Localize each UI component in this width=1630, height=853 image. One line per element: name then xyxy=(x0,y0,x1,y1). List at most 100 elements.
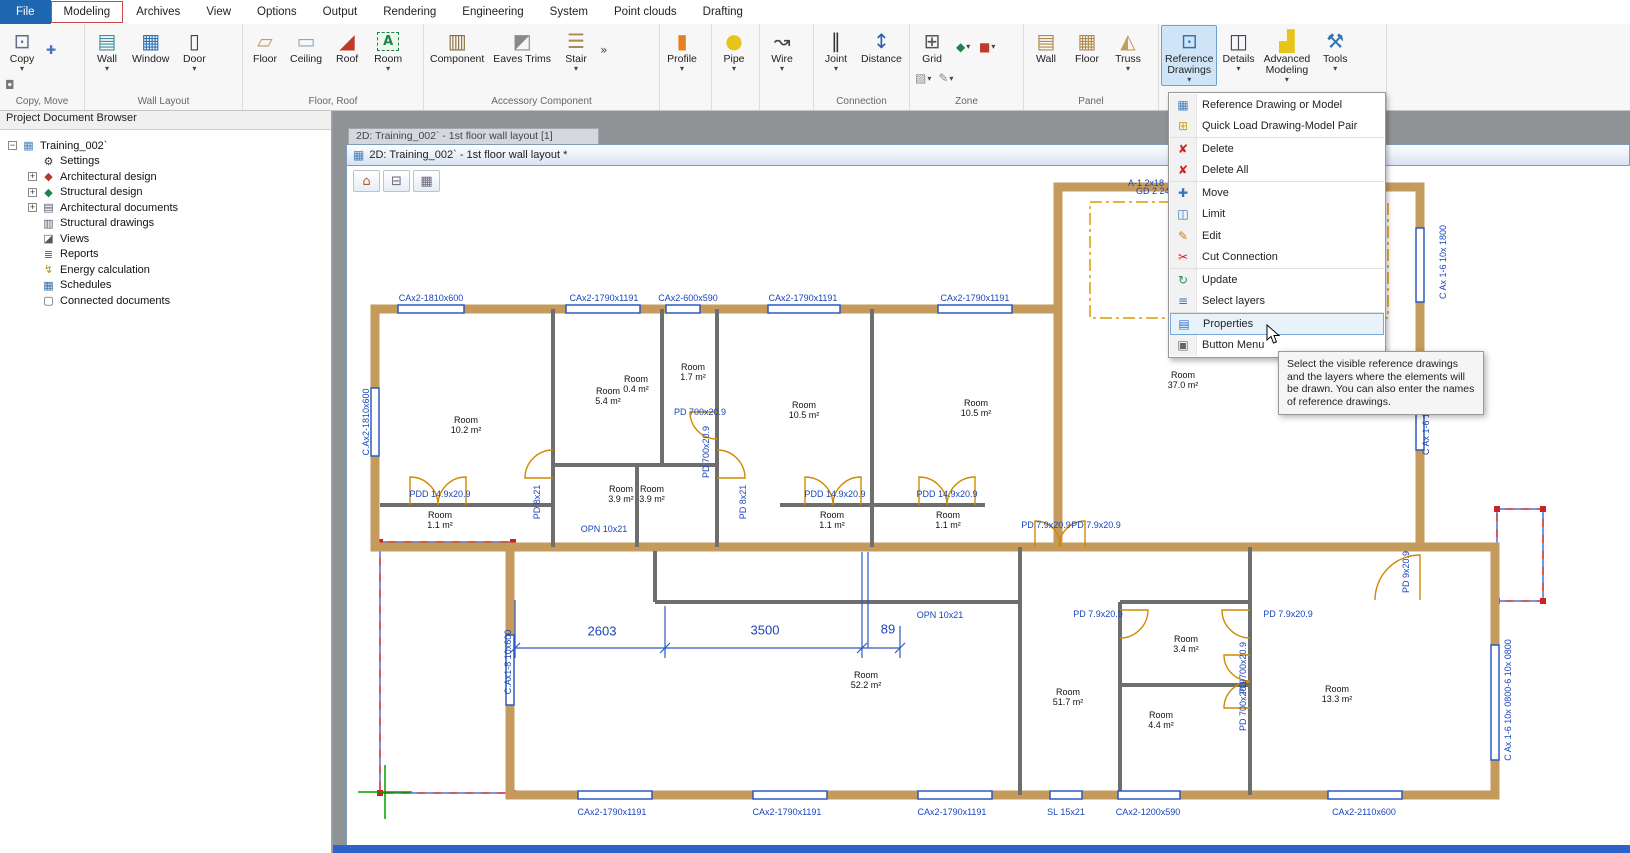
tree-item[interactable]: Structural drawings xyxy=(0,216,331,232)
ribbon-button[interactable] xyxy=(2,76,24,94)
menu-item-label: Limit xyxy=(1196,208,1225,220)
ribbon-button[interactable]: Pipe xyxy=(714,25,754,75)
ribbon-button-icon xyxy=(257,28,272,54)
menu-item[interactable]: Delete All xyxy=(1170,160,1384,183)
menu-item[interactable]: Reference Drawing or Model xyxy=(1170,94,1384,116)
ribbon-button-icon xyxy=(297,28,316,54)
menu-item[interactable]: Edit xyxy=(1170,225,1384,247)
menu-item[interactable]: Options xyxy=(244,0,310,24)
ribbon-button[interactable] xyxy=(935,69,957,87)
ribbon-group: Wall Window Door Wall Layout xyxy=(85,24,243,110)
ribbon-button[interactable]: Profile xyxy=(662,25,702,75)
tree-item-icon xyxy=(41,201,56,214)
ribbon-button[interactable] xyxy=(43,25,65,75)
ribbon-button[interactable] xyxy=(953,25,975,68)
view-tool-button[interactable] xyxy=(353,170,380,192)
tree-item[interactable]: Reports xyxy=(0,247,331,263)
tree-item[interactable]: Settings xyxy=(0,154,331,170)
ribbon-button[interactable]: Floor xyxy=(245,25,285,75)
tree-item-icon xyxy=(41,186,56,199)
ribbon-button-icon xyxy=(676,28,687,54)
tree-item-label: Architectural design xyxy=(60,171,157,183)
tree-item-icon xyxy=(41,294,56,307)
ribbon-button-icon xyxy=(938,71,948,85)
menu-item[interactable]: Quick Load Drawing-Model Pair xyxy=(1170,116,1384,139)
drawing-canvas[interactable] xyxy=(346,164,1630,845)
tree-expander-icon[interactable]: + xyxy=(28,203,37,212)
ribbon-button[interactable]: Reference Drawings xyxy=(1161,25,1217,86)
menu-bar: FileModelingArchivesViewOptionsOutputRen… xyxy=(0,0,1630,25)
menu-item[interactable]: Properties xyxy=(1170,313,1384,335)
ribbon-button[interactable]: Copy xyxy=(2,25,42,75)
menu-item[interactable]: Archives xyxy=(123,0,193,24)
tree-expander-icon[interactable]: + xyxy=(28,172,37,181)
ribbon-button[interactable]: Door xyxy=(174,25,214,75)
menu-item[interactable]: Update xyxy=(1170,269,1384,291)
tree-expander-icon[interactable]: + xyxy=(28,188,37,197)
menu-item[interactable]: Engineering xyxy=(449,0,536,24)
tree-expander-icon[interactable]: − xyxy=(8,141,17,150)
ribbon-button[interactable]: Window xyxy=(128,25,173,75)
menu-item[interactable]: Point clouds xyxy=(601,0,690,24)
menu-item[interactable]: View xyxy=(193,0,244,24)
ribbon-button-label: Floor xyxy=(1075,54,1099,65)
ribbon-button[interactable]: Advanced Modeling xyxy=(1260,25,1315,86)
ribbon-button[interactable]: Wire xyxy=(762,25,802,75)
ribbon-button-icon xyxy=(1078,28,1097,54)
ribbon-button[interactable]: Tools xyxy=(1315,25,1355,86)
dropdown-arrow-icon xyxy=(732,65,736,72)
ribbon-button[interactable]: Wall xyxy=(87,25,127,75)
tree-item-label: Training_002` xyxy=(40,140,107,152)
ribbon-button[interactable] xyxy=(912,69,934,87)
ribbon-button[interactable]: Component xyxy=(426,25,488,75)
menu-item[interactable]: File xyxy=(0,0,51,24)
ribbon-button[interactable] xyxy=(597,25,619,75)
tree-item[interactable]: Connected documents xyxy=(0,293,331,309)
menu-item[interactable]: Cut Connection xyxy=(1170,247,1384,270)
project-document-browser: Project Document Browser − Training_002`… xyxy=(0,110,333,853)
ribbon-button[interactable]: Ceiling xyxy=(286,25,326,75)
tree-item[interactable]: + Architectural design xyxy=(0,169,331,185)
ribbon-button[interactable]: Details xyxy=(1218,25,1258,86)
tree-item[interactable]: Views xyxy=(0,231,331,247)
ribbon-button[interactable]: Floor xyxy=(1067,25,1107,75)
ribbon-button-icon xyxy=(924,28,941,54)
tree-item[interactable]: + Architectural documents xyxy=(0,200,331,216)
drawing-window-titlebar[interactable]: 2D: Training_002` - 1st floor wall layou… xyxy=(346,144,1630,166)
menu-item[interactable]: Move xyxy=(1170,182,1384,204)
menu-item[interactable]: Drafting xyxy=(690,0,756,24)
view-tool-button[interactable] xyxy=(383,170,410,192)
tree-item[interactable]: Schedules xyxy=(0,278,331,294)
ribbon-button[interactable]: Distance xyxy=(857,25,906,75)
ribbon-button[interactable]: Joint xyxy=(816,25,856,75)
tree-item[interactable]: − Training_002` xyxy=(0,138,331,154)
ribbon-button[interactable]: Truss xyxy=(1108,25,1148,75)
menu-item[interactable]: Modeling xyxy=(51,1,124,23)
ribbon-button[interactable]: Wall xyxy=(1026,25,1066,75)
tree-item[interactable]: Energy calculation xyxy=(0,262,331,278)
ribbon-button-icon xyxy=(1229,28,1248,54)
ribbon-button[interactable]: Grid xyxy=(912,25,952,68)
ribbon-button[interactable]: Stair xyxy=(556,25,596,75)
ribbon-button[interactable] xyxy=(976,25,998,68)
tree-item[interactable]: + Structural design xyxy=(0,185,331,201)
menu-item[interactable]: Limit xyxy=(1170,204,1384,226)
menu-item[interactable]: Select layers xyxy=(1170,291,1384,314)
menu-item-icon xyxy=(1170,163,1196,177)
menu-item[interactable]: Rendering xyxy=(370,0,449,24)
ribbon-button-label: Eaves Trims xyxy=(493,54,551,65)
menu-item[interactable]: Delete xyxy=(1170,138,1384,160)
tree-item-icon xyxy=(41,279,56,292)
ribbon-button-label: Wall xyxy=(1036,54,1056,65)
menu-item-label: Move xyxy=(1196,187,1229,199)
ribbon-button[interactable]: Roof xyxy=(327,25,367,75)
ribbon-button[interactable]: Room xyxy=(368,25,408,75)
menu-item[interactable]: Output xyxy=(310,0,371,24)
ribbon-button-icon xyxy=(141,28,160,54)
ribbon-button-label: Distance xyxy=(861,54,902,65)
ribbon-button[interactable]: Eaves Trims xyxy=(489,25,555,75)
menu-item[interactable]: System xyxy=(537,0,601,24)
view-tool-button[interactable] xyxy=(413,170,440,192)
ribbon-group: Component Eaves Trims Stair xyxy=(424,24,660,110)
tree-item-icon xyxy=(41,248,56,261)
